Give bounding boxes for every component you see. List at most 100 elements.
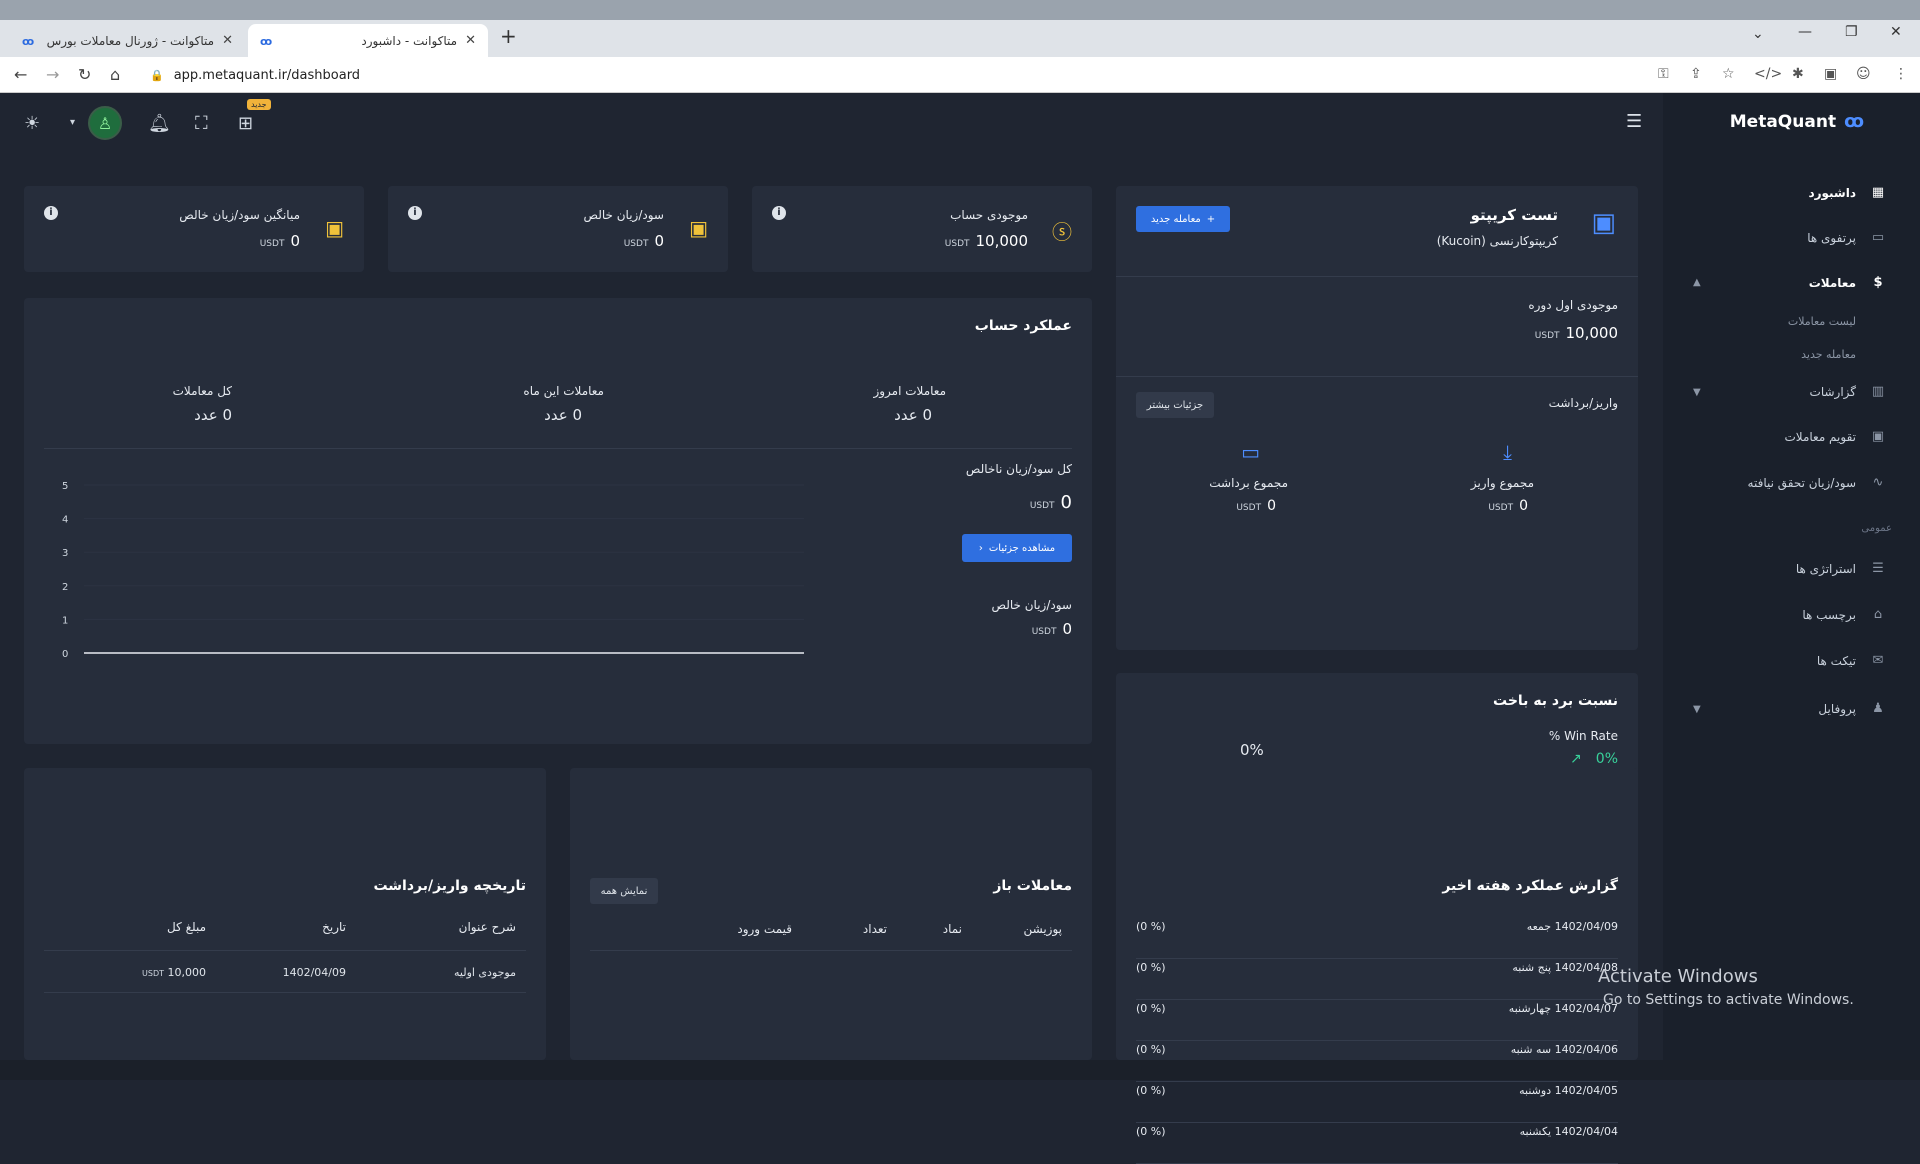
sidebar-item-calendar[interactable]: ▣ تقویم معاملات [1784,429,1888,444]
sidebar-subitem-trade-list[interactable]: لیست معاملات [1788,315,1856,328]
sidebar-item-dashboard[interactable]: ▦ داشبورد [1808,185,1888,200]
value: 0 [1519,498,1528,514]
value: 0% [1595,751,1618,767]
share-icon[interactable]: ⇪ [1690,66,1702,82]
metaquant-tab-icon: ꝏ [22,34,35,48]
new-trade-button[interactable]: + معامله جدید [1136,206,1230,232]
forward-icon[interactable]: → [46,65,59,84]
sidepanel-icon[interactable]: ▣ [1824,66,1837,82]
info-icon[interactable]: i [408,206,422,220]
sidebar-item-strategies[interactable]: ☰ استراتژی ها [1796,561,1888,576]
unit: USDT [1236,503,1262,513]
weekly-date: 1402/04/06 سه شنبه [1510,1043,1618,1056]
stat-card-avg-net-pnl: ▣ میانگین سود/زیان خالص 0 USDT i [24,186,364,272]
column-header[interactable]: شرح عنوان [346,920,516,934]
info-icon[interactable]: i [44,206,58,220]
view-details-button[interactable]: مشاهده جزئیات ‹ [962,534,1072,562]
activate-windows-title: Activate Windows [1598,966,1758,987]
restore-icon[interactable]: ❐ [1845,24,1858,40]
sidebar-subitem-new-trade[interactable]: معامله جدید [1801,348,1856,361]
metaquant-logo-icon: ꝏ [1844,111,1864,132]
bell-icon[interactable]: 🔔︎ [148,113,171,134]
win-rate-label: % Win Rate [1548,729,1618,743]
unit: USDT [1029,501,1055,511]
tab-search-icon[interactable]: ⌄ [1752,26,1764,42]
chevron-down-icon[interactable]: ▾ [70,117,75,128]
column-header[interactable]: پوزیشن [962,922,1062,936]
chevron-down-icon[interactable]: ▼ [1693,704,1701,715]
close-window-icon[interactable]: ✕ [1890,24,1902,40]
key-icon[interactable]: ⚿ [1658,66,1669,82]
bar-chart-icon: ▥ [1871,384,1885,399]
menu-dots-icon[interactable]: ⋮ [1894,66,1908,82]
button-label: مشاهده جزئیات [988,542,1056,554]
more-details-button[interactable]: جزئیات بیشتر [1136,392,1214,418]
dollar-circle-icon: $ [1873,275,1883,290]
column-header[interactable]: قیمت ورود [702,922,792,936]
chevron-down-icon[interactable]: ▼ [1693,387,1701,398]
url-field[interactable]: 🔒 app.metaquant.ir/dashboard [150,62,1630,88]
sidebar-item-label: تقویم معاملات [1784,429,1856,444]
brand-logo[interactable]: MetaQuant ꝏ [1730,111,1864,132]
sidebar-item-reports[interactable]: ▥ گزارشات [1810,384,1888,399]
sidebar-item-trades[interactable]: $ معاملات [1809,275,1888,290]
button-label: معامله جدید [1150,213,1201,225]
weekly-date: 1402/04/05 دوشنبه [1519,1084,1618,1097]
hamburger-menu-icon[interactable]: ☰ [1626,111,1642,132]
arrow-up-right-icon: ↗ [1570,751,1582,767]
chevron-up-icon[interactable]: ▲ [1693,277,1701,288]
sidebar-item-label: برچسب ها [1802,607,1856,622]
unit: USDT [259,239,285,249]
profile-avatar-icon[interactable]: ☺ [1856,66,1871,82]
sidebar-item-tags[interactable]: ⌂ برچسب ها [1802,607,1888,622]
open-trades-title: معاملات باز [993,878,1072,894]
portfolio-title: تست کریپتو [1470,206,1558,224]
browser-tab-journal[interactable]: ꝏ متاکوانت - ژورنال معاملات بورس، ا ✕ [10,24,245,57]
info-icon[interactable]: i [772,206,786,220]
code-icon[interactable]: </> [1754,66,1782,82]
extensions-icon[interactable]: ✱ [1792,66,1804,82]
fullscreen-icon[interactable]: ⛶ [195,113,208,134]
browser-tab-dashboard[interactable]: ꝏ متاکوانت - داشبورد ✕ [248,24,488,57]
weekly-date: 1402/04/04 یکشنبه [1519,1125,1618,1138]
weekly-pct: (% 0) [1136,1002,1166,1015]
sidebar-item-tickets[interactable]: ✉ تیکت ها [1817,653,1888,668]
minimize-icon[interactable]: — [1798,24,1812,40]
divider [44,950,526,951]
theme-sun-icon[interactable]: ☀ [24,113,40,134]
star-icon[interactable]: ☆ [1722,66,1735,82]
show-all-button[interactable]: نمایش همه [590,878,658,904]
new-tab-icon[interactable]: + [500,24,517,48]
deposit-withdraw-label: واریز/برداشت [1548,396,1618,410]
column-header[interactable]: نماد [887,922,962,936]
month-trades-label: معاملات این ماه [523,384,604,398]
weekly-date: 1402/04/07 چهارشنبه [1508,1002,1618,1015]
column-header[interactable]: تاریخ [206,920,346,934]
weekly-report-row: 1402/04/07 چهارشنبه (% 0) [1136,1000,1618,1041]
weekly-report-row: 1402/04/09 جمعه (% 0) [1136,918,1618,959]
back-icon[interactable]: ← [14,65,27,84]
sidebar-item-unrealized[interactable]: ∿ سود/زیان تحقق نیافته [1748,475,1888,490]
apps-grid-icon[interactable]: ⊞ [238,113,253,134]
win-rate-value: ↗ 0% [1570,751,1618,767]
total-deposit-label: مجموع واریز [1470,476,1534,490]
history-date: 1402/04/09 [282,966,346,979]
close-tab-icon[interactable]: ✕ [222,33,233,48]
sidebar-item-label: معاملات [1808,275,1856,290]
new-badge: جدید [247,99,271,110]
weekly-report-row: 1402/04/08 پنج شنبه (% 0) [1136,959,1618,1000]
column-header[interactable]: مبلغ کل [86,920,206,934]
close-tab-icon[interactable]: ✕ [465,33,476,48]
user-avatar[interactable]: ♙ [88,106,122,140]
url-text: app.metaquant.ir/dashboard [173,67,361,83]
stat-value: 10,000 USDT [945,232,1028,250]
activate-windows-subtitle: Go to Settings to activate Windows. [1603,992,1854,1008]
open-trades-header-row: پوزیشن نماد تعداد قیمت ورود [702,922,1062,936]
sidebar-item-profile[interactable]: ♟ پروفایل [1818,701,1888,716]
table-row[interactable]: موجودی اولیه 1402/04/09 10,000 USDT [86,966,516,979]
reload-icon[interactable]: ↻ [78,65,91,84]
sidebar-item-portfolio[interactable]: ▭ پرتفوی ها [1807,230,1888,245]
avatar-figure-icon: ♙ [97,113,113,133]
column-header[interactable]: تعداد [792,922,887,936]
home-icon[interactable]: ⌂ [110,65,120,84]
